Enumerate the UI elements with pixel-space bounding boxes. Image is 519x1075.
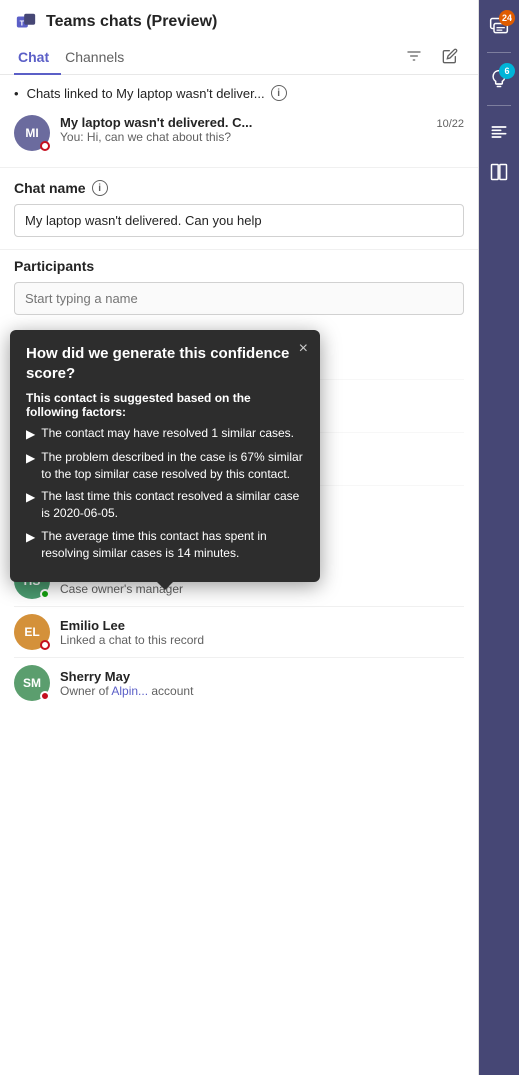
person-info-sherry: Sherry May Owner of Alpin... account xyxy=(60,669,464,698)
avatar-mi: MI xyxy=(14,115,50,151)
linked-chats-info-icon[interactable]: i xyxy=(271,85,287,101)
status-sherry xyxy=(40,691,50,701)
status-emilio xyxy=(40,640,50,650)
linked-chats-section: • Chats linked to My laptop wasn't deliv… xyxy=(0,75,478,168)
tooltip-bullet-4: ▶ The average time this contact has spen… xyxy=(26,528,304,562)
person-role-sherry: Owner of Alpin... account xyxy=(60,684,464,698)
avatar-sherry: SM xyxy=(14,665,50,701)
chat-list-item[interactable]: MI My laptop wasn't delivered. C... 10/2… xyxy=(14,109,464,157)
sidebar-divider-2 xyxy=(487,105,511,106)
bullet-icon-4: ▶ xyxy=(26,529,35,562)
tabs-row: Chat Channels xyxy=(14,42,464,74)
book-sidebar-icon[interactable] xyxy=(481,154,517,190)
list-sidebar-icon[interactable] xyxy=(481,114,517,150)
bulb-sidebar-icon[interactable]: 6 xyxy=(481,61,517,97)
tab-channels[interactable]: Channels xyxy=(61,43,136,75)
role-suffix-sherry: account xyxy=(148,684,193,698)
linked-bullet: • xyxy=(14,86,19,101)
svg-text:T: T xyxy=(20,19,25,28)
chat-item-name: My laptop wasn't delivered. C... xyxy=(60,115,252,130)
chat-item-info: My laptop wasn't delivered. C... 10/22 Y… xyxy=(60,115,464,144)
chat-name-input[interactable] xyxy=(14,204,464,237)
chat-item-date: 10/22 xyxy=(436,118,464,130)
avatar-status-linked xyxy=(40,141,50,151)
chat-name-section: Chat name i xyxy=(0,168,478,250)
avatar-emilio: EL xyxy=(14,614,50,650)
participants-label: Participants xyxy=(14,258,94,274)
bullet-icon-3: ▶ xyxy=(26,489,35,522)
linked-chats-label: Chats linked to My laptop wasn't deliver… xyxy=(27,86,265,101)
tooltip-bullet-2: ▶ The problem described in the case is 6… xyxy=(26,449,304,483)
bullet-icon-1: ▶ xyxy=(26,426,35,443)
person-item-sherry[interactable]: SM Sherry May Owner of Alpin... account xyxy=(14,658,464,708)
person-name-sherry: Sherry May xyxy=(60,669,464,684)
chat-name-info-icon[interactable]: i xyxy=(92,180,108,196)
bullet-icon-2: ▶ xyxy=(26,450,35,483)
participants-section: Participants xyxy=(0,250,478,327)
tab-chat[interactable]: Chat xyxy=(14,43,61,75)
filter-icon[interactable] xyxy=(400,42,428,70)
chat-badge: 24 xyxy=(499,10,515,26)
chat-sidebar-icon[interactable]: 24 xyxy=(481,8,517,44)
tooltip-close-button[interactable]: × xyxy=(299,340,308,358)
person-name-emilio: Emilio Lee xyxy=(60,618,464,633)
person-role-holly: Case owner's manager xyxy=(60,582,464,596)
header: T Teams chats (Preview) Chat Channels xyxy=(0,0,478,75)
person-item-emilio[interactable]: EL Emilio Lee Linked a chat to this reco… xyxy=(14,607,464,658)
chat-name-label: Chat name xyxy=(14,180,86,196)
person-role-emilio: Linked a chat to this record xyxy=(60,633,464,647)
role-prefix-sherry: Owner of xyxy=(60,684,111,698)
avatar-initials: MI xyxy=(25,126,38,140)
bulb-badge: 6 xyxy=(499,63,515,79)
tooltip-arrow xyxy=(157,582,173,590)
chat-item-preview: You: Hi, can we chat about this? xyxy=(60,130,464,144)
teams-logo: T xyxy=(14,10,38,34)
role-link-sherry[interactable]: Alpin... xyxy=(111,684,148,698)
compose-icon[interactable] xyxy=(436,42,464,70)
right-sidebar: 24 6 xyxy=(479,0,519,1075)
confidence-tooltip: × How did we generate this confidence sc… xyxy=(10,330,320,582)
tooltip-bullet-1: ▶ The contact may have resolved 1 simila… xyxy=(26,425,304,443)
status-holly xyxy=(40,589,50,599)
tab-actions xyxy=(400,42,464,74)
participants-input[interactable] xyxy=(14,282,464,315)
tooltip-subtitle: This contact is suggested based on the f… xyxy=(26,391,304,419)
tooltip-title: How did we generate this confidence scor… xyxy=(26,344,304,383)
tooltip-list: ▶ The contact may have resolved 1 simila… xyxy=(26,425,304,562)
sidebar-divider-1 xyxy=(487,52,511,53)
page-title: Teams chats (Preview) xyxy=(46,13,217,31)
tooltip-bullet-3: ▶ The last time this contact resolved a … xyxy=(26,488,304,522)
person-info-emilio: Emilio Lee Linked a chat to this record xyxy=(60,618,464,647)
